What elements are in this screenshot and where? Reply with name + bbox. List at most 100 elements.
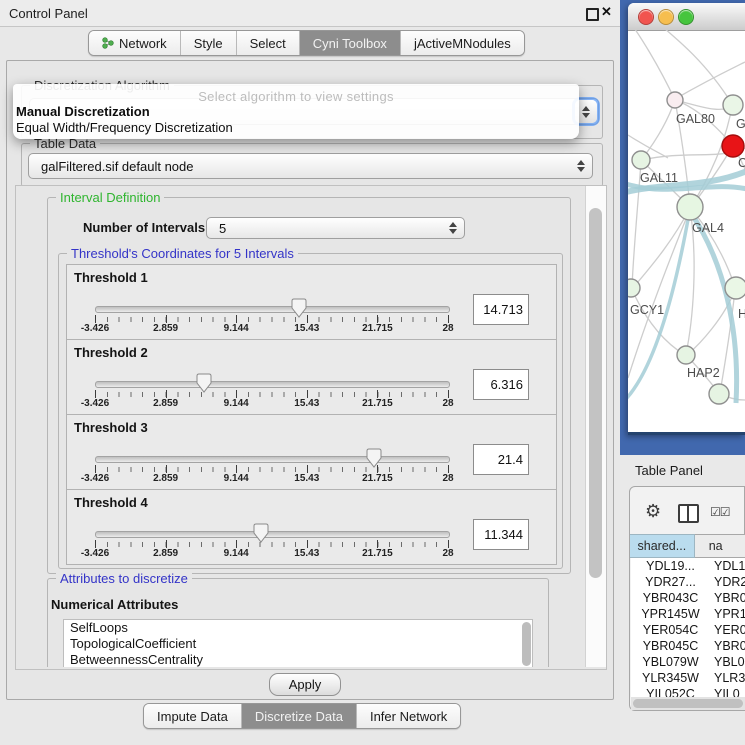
tick-label: -3.426 [67,473,123,484]
major-tick [166,540,167,548]
close-light[interactable] [638,9,654,25]
zoom-light[interactable] [678,9,694,25]
attribute-item[interactable]: SelfLoops [64,620,532,636]
tab-style[interactable]: Style [181,31,237,55]
tick-label: -3.426 [67,398,123,409]
node-label: GCY1 [630,303,664,317]
tick-label: 9.144 [208,323,264,334]
algorithm-option[interactable]: Equal Width/Frequency Discretization [13,120,579,136]
shared-name-cell: YPR145W [631,607,710,621]
threshold-value-input[interactable] [473,369,529,400]
slider-thumb[interactable] [196,373,212,393]
table-row[interactable]: YBL079WYBL0 [631,654,745,670]
network-graph: GAL80GACGAL11GAL4GCY1HHAP2 [628,30,745,429]
column-header-shared-name[interactable]: shared... [630,534,695,558]
major-tick [307,390,308,398]
threshold-panel-4: Threshold 4-3.4262.8599.14415.4321.71528 [66,489,557,565]
major-tick [377,540,378,548]
table-row[interactable]: YDR27...YDR2 [631,574,745,590]
tick-label: 21.715 [349,323,405,334]
algorithm-option[interactable]: Manual Discretization [13,104,579,120]
GCY1-node[interactable] [628,279,640,297]
tab-label: Network [119,36,167,51]
threshold-value-input[interactable] [473,444,529,475]
slider-thumb[interactable] [253,523,269,543]
table-row[interactable]: YIL052CYIL0 [631,686,745,697]
bottom-partial-node[interactable] [709,384,729,404]
apply-button[interactable]: Apply [269,673,341,696]
attribute-item[interactable]: BetweennessCentrality [64,652,532,667]
selected-red-node[interactable] [722,135,744,157]
threshold-panel-1: Threshold 1-3.4262.8599.14415.4321.71528 [66,264,557,340]
tab-infer-network[interactable]: Infer Network [357,704,460,728]
tab-discretize-data[interactable]: Discretize Data [242,704,357,728]
tick-label: 21.715 [349,473,405,484]
major-tick [377,390,378,398]
horizontal-scrollbar[interactable] [631,697,745,710]
right-mid-node[interactable] [725,277,745,299]
control-panel-window: Control Panel ✕ Network StyleSelectCyni T… [0,0,620,745]
slider-thumb[interactable] [366,448,382,468]
minimize-light[interactable] [658,9,674,25]
algorithm-popup-hint: Select algorithm to view settings [13,89,579,104]
major-tick [448,465,449,473]
slider-track[interactable] [95,381,450,388]
tick-label: 28 [420,473,476,484]
horizontal-scrollbar-thumb[interactable] [633,699,743,708]
threshold-value-input[interactable] [473,519,529,550]
GAL11-node[interactable] [632,151,650,169]
control-panel-titlebar: Control Panel ✕ [0,0,620,27]
GAL4-node[interactable] [677,194,703,220]
tab-jactivemnodules[interactable]: jActiveMNodules [401,31,524,55]
vertical-scrollbar[interactable] [585,186,606,667]
tab-impute-data[interactable]: Impute Data [144,704,242,728]
number-of-intervals-value: 5 [219,221,226,236]
top-right-node[interactable] [723,95,743,115]
node-label: GAL80 [676,112,715,126]
HAP2-node[interactable] [677,346,695,364]
top-tab-strip: Network StyleSelectCyni Toolbox jActiveMNo… [88,30,525,56]
node-label: GA [736,117,745,131]
split-columns-icon[interactable] [678,504,699,523]
table-row[interactable]: YPR145WYPR1 [631,606,745,622]
threshold-value-input[interactable] [473,294,529,325]
major-tick [166,390,167,398]
checkbox-icons[interactable]: ☑☑ [710,505,730,519]
interval-definition-group: Interval Definition Number of Intervals … [47,197,571,574]
slider-track[interactable] [95,456,450,463]
tab-label: jActiveMNodules [414,36,511,51]
table-row[interactable]: YLR345WYLR3 [631,670,745,686]
major-tick [448,390,449,398]
attributes-list-scrollbar[interactable] [522,622,531,666]
table-row[interactable]: YER054CYER0 [631,622,745,638]
vertical-scrollbar-thumb[interactable] [589,208,602,578]
gear-icon[interactable]: ⚙ [645,502,661,520]
network-canvas[interactable]: GAL80GACGAL11GAL4GCY1HHAP2 [628,30,745,429]
node-label: C [738,156,745,170]
slider-thumb[interactable] [291,298,307,318]
table-row[interactable]: YBR043CYBR0 [631,590,745,606]
table-row[interactable]: YBR045CYBR0 [631,638,745,654]
attribute-item[interactable]: TopologicalCoefficient [64,636,532,652]
network-window-titlebar [628,3,745,31]
slider-track[interactable] [95,531,450,538]
tick-label: 28 [420,398,476,409]
number-of-intervals-combobox[interactable]: 5 [206,217,465,239]
GAL80-node[interactable] [667,92,683,108]
table-panel: Table Panel ⚙ ☑☑ shared... na YDL19...YD… [620,455,745,745]
column-header-name[interactable]: na [695,534,745,558]
table-data-group: Table Data galFiltered.sif default node [21,143,603,187]
table-data-combobox[interactable]: galFiltered.sif default node [28,153,593,179]
float-window-icon[interactable] [586,8,599,21]
network-view-window: GAL80GACGAL11GAL4GCY1HHAP2 [628,3,745,435]
tick-label: 15.43 [279,398,335,409]
close-icon[interactable]: ✕ [601,4,612,20]
tab-network[interactable]: Network [89,31,181,55]
slider-track[interactable] [95,306,450,313]
numerical-attributes-list[interactable]: SelfLoopsTopologicalCoefficientBetweenne… [63,619,533,667]
tab-cyni-toolbox[interactable]: Cyni Toolbox [300,31,401,55]
tab-select[interactable]: Select [237,31,300,55]
shared-name-cell: YBL079W [631,655,710,669]
table-row[interactable]: YDL19...YDL1 [631,558,745,574]
tab-label: Discretize Data [255,709,343,724]
